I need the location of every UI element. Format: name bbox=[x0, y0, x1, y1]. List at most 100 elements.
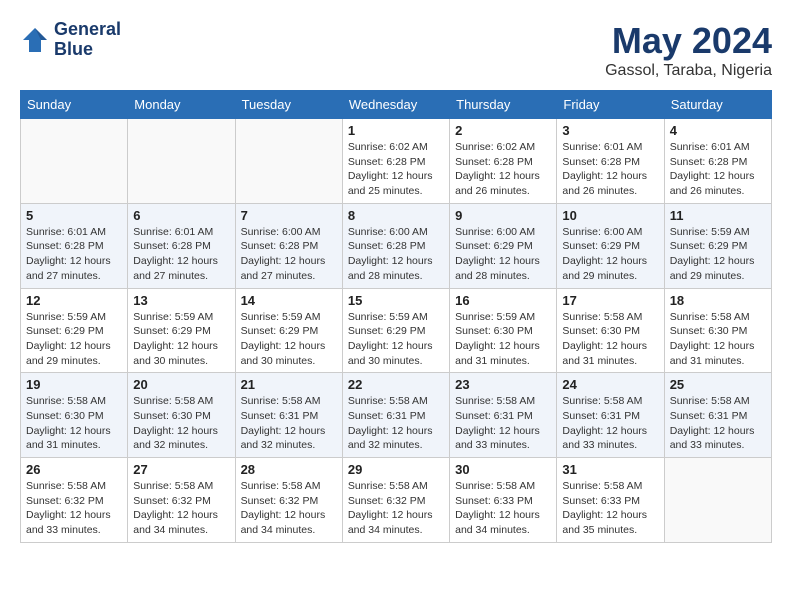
calendar-cell: 13 Sunrise: 5:59 AM Sunset: 6:29 PM Dayli… bbox=[128, 288, 235, 373]
column-header-thursday: Thursday bbox=[450, 91, 557, 119]
day-info: Sunrise: 5:58 AM Sunset: 6:33 PM Dayligh… bbox=[562, 479, 658, 538]
day-number: 15 bbox=[348, 293, 444, 308]
day-info: Sunrise: 5:59 AM Sunset: 6:29 PM Dayligh… bbox=[133, 310, 229, 369]
day-info: Sunrise: 5:58 AM Sunset: 6:32 PM Dayligh… bbox=[133, 479, 229, 538]
calendar-cell: 8 Sunrise: 6:00 AM Sunset: 6:28 PM Daylig… bbox=[342, 203, 449, 288]
calendar-cell: 23 Sunrise: 5:58 AM Sunset: 6:31 PM Dayli… bbox=[450, 373, 557, 458]
day-number: 21 bbox=[241, 377, 337, 392]
day-info: Sunrise: 5:58 AM Sunset: 6:31 PM Dayligh… bbox=[562, 394, 658, 453]
day-info: Sunrise: 5:58 AM Sunset: 6:32 PM Dayligh… bbox=[241, 479, 337, 538]
column-header-tuesday: Tuesday bbox=[235, 91, 342, 119]
calendar-cell: 19 Sunrise: 5:58 AM Sunset: 6:30 PM Dayli… bbox=[21, 373, 128, 458]
day-info: Sunrise: 5:59 AM Sunset: 6:29 PM Dayligh… bbox=[670, 225, 766, 284]
title-block: May 2024 Gassol, Taraba, Nigeria bbox=[605, 20, 772, 80]
day-info: Sunrise: 5:58 AM Sunset: 6:31 PM Dayligh… bbox=[455, 394, 551, 453]
day-number: 17 bbox=[562, 293, 658, 308]
calendar-cell: 20 Sunrise: 5:58 AM Sunset: 6:30 PM Dayli… bbox=[128, 373, 235, 458]
day-number: 18 bbox=[670, 293, 766, 308]
day-number: 31 bbox=[562, 462, 658, 477]
calendar-week-row: 12 Sunrise: 5:59 AM Sunset: 6:29 PM Dayli… bbox=[21, 288, 772, 373]
day-number: 22 bbox=[348, 377, 444, 392]
day-number: 26 bbox=[26, 462, 122, 477]
column-header-sunday: Sunday bbox=[21, 91, 128, 119]
month-title: May 2024 bbox=[605, 20, 772, 62]
calendar-cell: 9 Sunrise: 6:00 AM Sunset: 6:29 PM Daylig… bbox=[450, 203, 557, 288]
day-info: Sunrise: 6:01 AM Sunset: 6:28 PM Dayligh… bbox=[26, 225, 122, 284]
day-info: Sunrise: 6:00 AM Sunset: 6:28 PM Dayligh… bbox=[348, 225, 444, 284]
day-info: Sunrise: 6:01 AM Sunset: 6:28 PM Dayligh… bbox=[562, 140, 658, 199]
day-info: Sunrise: 5:59 AM Sunset: 6:29 PM Dayligh… bbox=[26, 310, 122, 369]
logo-icon bbox=[20, 25, 50, 55]
day-number: 8 bbox=[348, 208, 444, 223]
calendar-cell bbox=[235, 119, 342, 204]
calendar-table: SundayMondayTuesdayWednesdayThursdayFrid… bbox=[20, 90, 772, 543]
calendar-cell: 6Sunrise: 6:01 AM Sunset: 6:28 PM Daylig… bbox=[128, 203, 235, 288]
calendar-cell: 5 Sunrise: 6:01 AM Sunset: 6:28 PM Daylig… bbox=[21, 203, 128, 288]
day-number: 28 bbox=[241, 462, 337, 477]
calendar-cell: 15Sunrise: 5:59 AM Sunset: 6:29 PM Dayli… bbox=[342, 288, 449, 373]
calendar-cell: 10Sunrise: 6:00 AM Sunset: 6:29 PM Dayli… bbox=[557, 203, 664, 288]
calendar-cell: 21Sunrise: 5:58 AM Sunset: 6:31 PM Dayli… bbox=[235, 373, 342, 458]
day-number: 10 bbox=[562, 208, 658, 223]
day-number: 9 bbox=[455, 208, 551, 223]
day-number: 20 bbox=[133, 377, 229, 392]
calendar-cell bbox=[664, 458, 771, 543]
day-number: 23 bbox=[455, 377, 551, 392]
logo: General Blue bbox=[20, 20, 121, 60]
day-info: Sunrise: 5:58 AM Sunset: 6:31 PM Dayligh… bbox=[670, 394, 766, 453]
calendar-cell: 7Sunrise: 6:00 AM Sunset: 6:28 PM Daylig… bbox=[235, 203, 342, 288]
day-info: Sunrise: 5:59 AM Sunset: 6:30 PM Dayligh… bbox=[455, 310, 551, 369]
calendar-cell: 14 Sunrise: 5:59 AM Sunset: 6:29 PM Dayli… bbox=[235, 288, 342, 373]
day-info: Sunrise: 5:58 AM Sunset: 6:30 PM Dayligh… bbox=[133, 394, 229, 453]
day-number: 12 bbox=[26, 293, 122, 308]
calendar-week-row: 1 Sunrise: 6:02 AM Sunset: 6:28 PM Daylig… bbox=[21, 119, 772, 204]
day-info: Sunrise: 5:58 AM Sunset: 6:32 PM Dayligh… bbox=[26, 479, 122, 538]
calendar-cell: 12 Sunrise: 5:59 AM Sunset: 6:29 PM Dayli… bbox=[21, 288, 128, 373]
day-number: 24 bbox=[562, 377, 658, 392]
calendar-cell: 29 Sunrise: 5:58 AM Sunset: 6:32 PM Dayli… bbox=[342, 458, 449, 543]
calendar-cell: 28 Sunrise: 5:58 AM Sunset: 6:32 PM Dayli… bbox=[235, 458, 342, 543]
day-number: 19 bbox=[26, 377, 122, 392]
column-header-friday: Friday bbox=[557, 91, 664, 119]
calendar-cell: 3 Sunrise: 6:01 AM Sunset: 6:28 PM Daylig… bbox=[557, 119, 664, 204]
day-info: Sunrise: 5:58 AM Sunset: 6:32 PM Dayligh… bbox=[348, 479, 444, 538]
calendar-cell: 11 Sunrise: 5:59 AM Sunset: 6:29 PM Dayli… bbox=[664, 203, 771, 288]
day-number: 5 bbox=[26, 208, 122, 223]
calendar-cell bbox=[21, 119, 128, 204]
day-number: 14 bbox=[241, 293, 337, 308]
calendar-cell bbox=[128, 119, 235, 204]
day-number: 16 bbox=[455, 293, 551, 308]
day-number: 13 bbox=[133, 293, 229, 308]
day-number: 25 bbox=[670, 377, 766, 392]
day-info: Sunrise: 6:00 AM Sunset: 6:29 PM Dayligh… bbox=[455, 225, 551, 284]
column-header-saturday: Saturday bbox=[664, 91, 771, 119]
day-info: Sunrise: 5:58 AM Sunset: 6:33 PM Dayligh… bbox=[455, 479, 551, 538]
calendar-header-row: SundayMondayTuesdayWednesdayThursdayFrid… bbox=[21, 91, 772, 119]
day-number: 11 bbox=[670, 208, 766, 223]
calendar-cell: 27 Sunrise: 5:58 AM Sunset: 6:32 PM Dayli… bbox=[128, 458, 235, 543]
day-number: 30 bbox=[455, 462, 551, 477]
calendar-cell: 25 Sunrise: 5:58 AM Sunset: 6:31 PM Dayli… bbox=[664, 373, 771, 458]
calendar-cell: 1 Sunrise: 6:02 AM Sunset: 6:28 PM Daylig… bbox=[342, 119, 449, 204]
day-number: 3 bbox=[562, 123, 658, 138]
day-number: 1 bbox=[348, 123, 444, 138]
calendar-week-row: 19 Sunrise: 5:58 AM Sunset: 6:30 PM Dayli… bbox=[21, 373, 772, 458]
calendar-cell: 31 Sunrise: 5:58 AM Sunset: 6:33 PM Dayli… bbox=[557, 458, 664, 543]
day-number: 27 bbox=[133, 462, 229, 477]
logo-text: General Blue bbox=[54, 20, 121, 60]
day-info: Sunrise: 5:59 AM Sunset: 6:29 PM Dayligh… bbox=[241, 310, 337, 369]
day-number: 2 bbox=[455, 123, 551, 138]
day-info: Sunrise: 5:58 AM Sunset: 6:30 PM Dayligh… bbox=[26, 394, 122, 453]
calendar-week-row: 5 Sunrise: 6:01 AM Sunset: 6:28 PM Daylig… bbox=[21, 203, 772, 288]
day-info: Sunrise: 6:01 AM Sunset: 6:28 PM Dayligh… bbox=[133, 225, 229, 284]
calendar-cell: 17Sunrise: 5:58 AM Sunset: 6:30 PM Dayli… bbox=[557, 288, 664, 373]
day-number: 4 bbox=[670, 123, 766, 138]
calendar-cell: 26 Sunrise: 5:58 AM Sunset: 6:32 PM Dayli… bbox=[21, 458, 128, 543]
day-number: 29 bbox=[348, 462, 444, 477]
day-info: Sunrise: 6:02 AM Sunset: 6:28 PM Dayligh… bbox=[455, 140, 551, 199]
calendar-cell: 16 Sunrise: 5:59 AM Sunset: 6:30 PM Dayli… bbox=[450, 288, 557, 373]
day-info: Sunrise: 6:02 AM Sunset: 6:28 PM Dayligh… bbox=[348, 140, 444, 199]
page-header: General Blue May 2024 Gassol, Taraba, Ni… bbox=[20, 20, 772, 80]
calendar-cell: 4Sunrise: 6:01 AM Sunset: 6:28 PM Daylig… bbox=[664, 119, 771, 204]
location: Gassol, Taraba, Nigeria bbox=[605, 62, 772, 80]
